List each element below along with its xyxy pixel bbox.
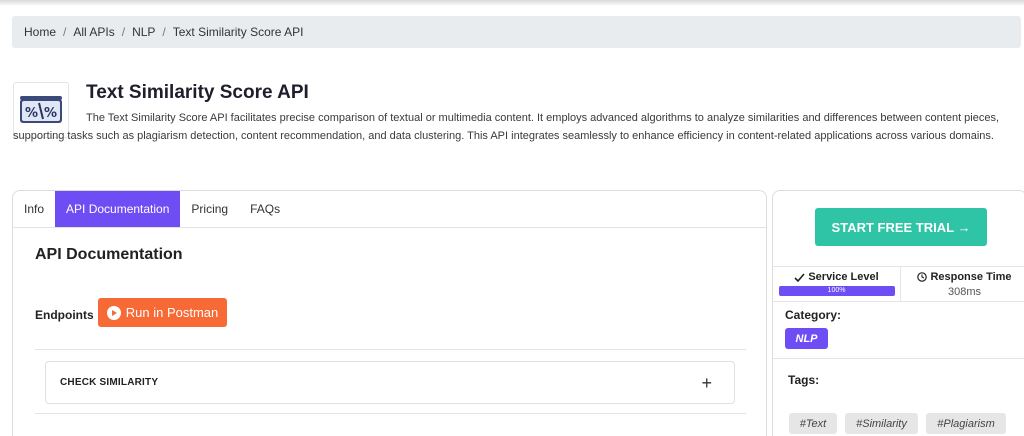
- tab-faqs[interactable]: FAQs: [239, 191, 291, 227]
- breadcrumb-all-apis[interactable]: All APIs: [73, 25, 114, 39]
- tag-text[interactable]: #Text: [789, 413, 837, 434]
- top-shadow: [0, 0, 1024, 6]
- metrics-row: Service Level 100% Response Time 308ms: [773, 266, 1024, 302]
- tab-bar: Info API Documentation Pricing FAQs: [13, 191, 766, 228]
- response-time-value: 308ms: [947, 286, 982, 298]
- breadcrumb-home[interactable]: Home: [24, 25, 56, 39]
- breadcrumb: Home / All APIs / NLP / Text Similarity …: [12, 16, 1021, 48]
- clock-icon: [917, 272, 928, 282]
- breadcrumb-separator: /: [162, 25, 166, 39]
- start-free-trial-button[interactable]: START FREE TRIAL →: [815, 208, 987, 246]
- service-level-bar: 100%: [778, 286, 895, 296]
- check-icon: [794, 272, 805, 282]
- documentation-heading: API Documentation: [35, 246, 183, 263]
- divider: [773, 358, 1024, 359]
- documentation-card: Info API Documentation Pricing FAQs API …: [12, 190, 767, 436]
- tag-similarity[interactable]: #Similarity: [845, 413, 918, 434]
- endpoints-label: Endpoints: [35, 308, 94, 322]
- tab-api-documentation[interactable]: API Documentation: [55, 191, 181, 227]
- api-description: The Text Similarity Score API facilitate…: [13, 112, 1000, 142]
- response-time-label: Response Time: [930, 271, 1012, 283]
- response-time: Response Time 308ms: [900, 267, 1024, 301]
- divider: [35, 349, 746, 350]
- tag-plagiarism[interactable]: #Plagiarism: [926, 413, 1006, 434]
- tab-pricing[interactable]: Pricing: [180, 191, 239, 227]
- tab-info[interactable]: Info: [13, 191, 55, 227]
- breadcrumb-separator: /: [63, 25, 67, 39]
- category-badge[interactable]: NLP: [785, 328, 828, 349]
- endpoint-accordion-check-similarity[interactable]: CHECK SIMILARITY +: [45, 361, 735, 404]
- run-in-postman-button[interactable]: Run in Postman: [98, 298, 227, 327]
- service-level-label: Service Level: [808, 271, 879, 283]
- endpoint-name: CHECK SIMILARITY: [60, 377, 159, 388]
- run-in-postman-label: Run in Postman: [125, 305, 219, 320]
- tags-label: Tags:: [788, 373, 820, 387]
- breadcrumb-separator: /: [121, 25, 126, 39]
- breadcrumb-current: Text Similarity Score API: [172, 25, 304, 39]
- api-title: Text Similarity Score API: [86, 82, 309, 103]
- category-label: Category:: [785, 308, 842, 322]
- divider: [35, 413, 746, 414]
- service-level: Service Level 100%: [773, 267, 900, 301]
- play-icon: [106, 305, 121, 320]
- sidebar-card: START FREE TRIAL → Service Level 100% Re…: [772, 190, 1024, 436]
- breadcrumb-nlp[interactable]: NLP: [132, 25, 155, 39]
- expand-plus-icon[interactable]: +: [701, 374, 712, 392]
